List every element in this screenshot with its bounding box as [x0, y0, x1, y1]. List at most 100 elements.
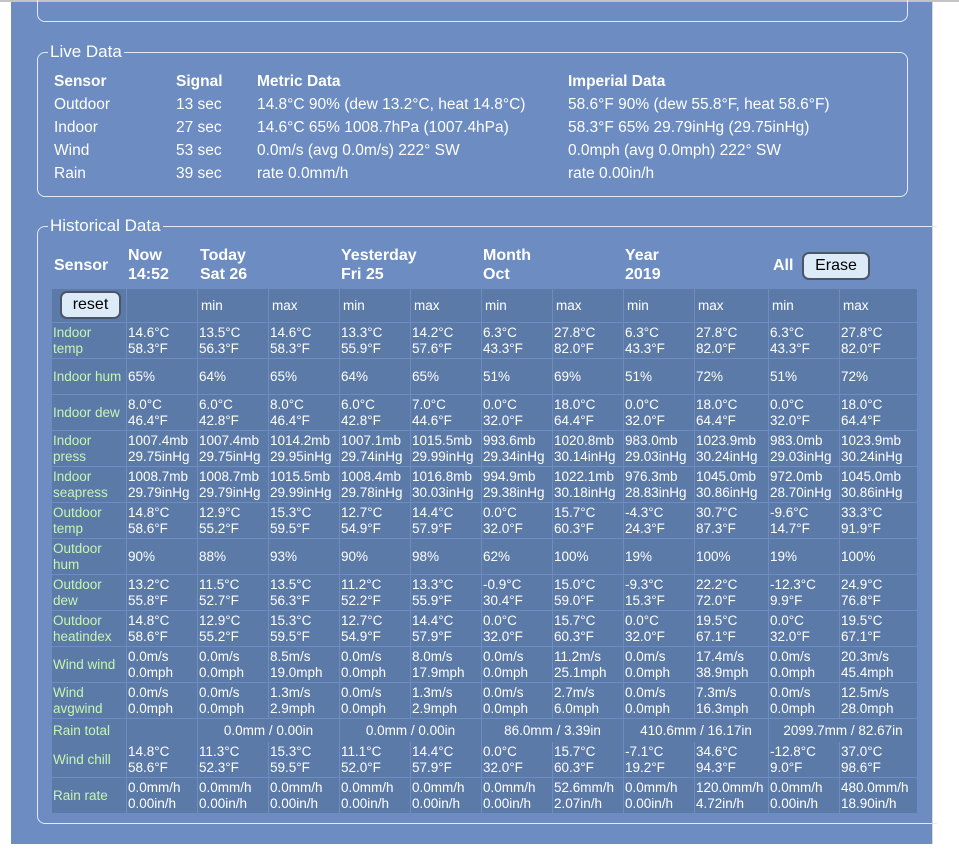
rain-total-cell: 86.0mm / 3.39in — [482, 719, 623, 742]
min-value-cell: 0.0°C 32.0°F — [624, 395, 694, 430]
min-value-cell: 11.2°C 52.2°F — [340, 575, 410, 610]
min-value-cell: 64% — [340, 359, 410, 394]
live-imperial-cell: 0.0mph (avg 0.0mph) 222° SW — [568, 142, 781, 159]
min-value-cell: 0.0°C 32.0°F — [482, 395, 552, 430]
max-value-cell: 30.7°C 87.3°F — [695, 503, 768, 538]
live-sensor-cell: Rain — [54, 165, 86, 182]
min-value-cell: 983.0mb 29.03inHg — [624, 431, 694, 466]
row-label: Outdoor temp — [52, 503, 126, 538]
now-cell: 0.0m/s 0.0mph — [127, 683, 197, 718]
min-value-cell: 0.0°C 32.0°F — [769, 395, 839, 430]
min-value-cell: 0.0°C 32.0°F — [482, 611, 552, 646]
max-header: max — [695, 289, 768, 322]
min-value-cell: 11.1°C 52.0°F — [340, 742, 410, 777]
max-value-cell: 37.0°C 98.6°F — [840, 742, 917, 777]
min-header: min — [340, 289, 410, 322]
max-value-cell: 1023.9mb 30.24inHg — [840, 431, 917, 466]
max-value-cell: 1016.8mb 30.03inHg — [411, 467, 481, 502]
min-value-cell: -9.6°C 14.7°F — [769, 503, 839, 538]
max-value-cell: 100% — [695, 539, 768, 574]
min-value-cell: 0.0°C 32.0°F — [482, 503, 552, 538]
min-value-cell: 0.0m/s 0.0mph — [198, 647, 268, 682]
min-value-cell: 13.3°C 55.9°F — [340, 323, 410, 358]
min-value-cell: 0.0m/s 0.0mph — [340, 647, 410, 682]
min-value-cell: 6.3°C 43.3°F — [769, 323, 839, 358]
reset-button[interactable]: reset — [60, 291, 121, 319]
page-right-border — [932, 2, 933, 844]
min-value-cell: -12.3°C 9.9°F — [769, 575, 839, 610]
live-sensor-cell: Wind — [54, 142, 90, 159]
live-signal-cell: 53 sec — [176, 142, 222, 159]
max-value-cell: 15.7°C 60.3°F — [553, 503, 623, 538]
period-header-line1: Yesterday — [341, 247, 417, 264]
max-value-cell: 8.0m/s 17.9mph — [411, 647, 481, 682]
min-value-cell: 12.7°C 54.9°F — [340, 503, 410, 538]
max-value-cell: 12.5m/s 28.0mph — [840, 683, 917, 718]
erase-button[interactable]: Erase — [802, 252, 870, 280]
live-signal-cell: 39 sec — [176, 165, 222, 182]
min-value-cell: 6.3°C 43.3°F — [624, 323, 694, 358]
min-value-cell: 0.0m/s 0.0mph — [624, 647, 694, 682]
min-value-cell: 0.0°C 32.0°F — [482, 742, 552, 777]
min-value-cell: 51% — [624, 359, 694, 394]
row-label: Wind avgwind — [52, 683, 126, 718]
sensor-header: Sensor — [54, 257, 109, 274]
period-header-line2: Oct — [483, 266, 510, 283]
max-value-cell: 14.2°C 57.6°F — [411, 323, 481, 358]
row-label: Indoor press — [52, 431, 126, 466]
min-value-cell: -4.3°C 24.3°F — [624, 503, 694, 538]
max-value-cell: 65% — [269, 359, 339, 394]
row-label: Outdoor hum — [52, 539, 126, 574]
max-value-cell: 65% — [411, 359, 481, 394]
max-value-cell: 1020.8mb 30.14inHg — [553, 431, 623, 466]
previous-section-frame — [37, 0, 908, 22]
max-value-cell: 27.8°C 82.0°F — [840, 323, 917, 358]
live-signal-cell: 27 sec — [176, 119, 222, 136]
min-value-cell: 0.0m/s 0.0mph — [340, 683, 410, 718]
max-value-cell: 13.3°C 55.9°F — [411, 575, 481, 610]
min-value-cell: 1008.4mb 29.78inHg — [340, 467, 410, 502]
live-sensor-cell: Indoor — [54, 119, 98, 136]
max-value-cell: 7.3m/s 16.3mph — [695, 683, 768, 718]
min-value-cell: 6.0°C 42.8°F — [340, 395, 410, 430]
now-cell: 14.8°C 58.6°F — [127, 611, 197, 646]
max-value-cell: 27.8°C 82.0°F — [695, 323, 768, 358]
max-value-cell: 72% — [695, 359, 768, 394]
max-value-cell: 0.0mm/h 0.00in/h — [411, 778, 481, 813]
period-header-line2: 14:52 — [128, 266, 169, 283]
max-value-cell: 14.4°C 57.9°F — [411, 503, 481, 538]
min-header: min — [482, 289, 552, 322]
min-value-cell: 972.0mb 28.70inHg — [769, 467, 839, 502]
min-value-cell: 0.0mm/h 0.00in/h — [769, 778, 839, 813]
min-value-cell: 0.0m/s 0.0mph — [482, 683, 552, 718]
row-label: Outdoor dew — [52, 575, 126, 610]
min-value-cell: 1008.7mb 29.79inHg — [198, 467, 268, 502]
max-value-cell: 19.5°C 67.1°F — [695, 611, 768, 646]
max-value-cell: 93% — [269, 539, 339, 574]
row-label: Indoor dew — [52, 395, 126, 430]
min-header: min — [624, 289, 694, 322]
min-value-cell: 90% — [340, 539, 410, 574]
min-value-cell: 6.3°C 43.3°F — [482, 323, 552, 358]
weather-panel: Live Data Sensor Signal Metric Data Imperia… — [11, 0, 937, 844]
max-value-cell: 1.3m/s 2.9mph — [411, 683, 481, 718]
period-header-line2: Fri 25 — [341, 266, 384, 283]
live-imperial-cell: rate 0.00in/h — [568, 165, 655, 182]
min-value-cell: 0.0°C 32.0°F — [624, 611, 694, 646]
min-value-cell: 12.7°C 54.9°F — [340, 611, 410, 646]
live-imperial-cell: 58.6°F 90% (dew 55.8°F, heat 58.6°F) — [568, 96, 830, 113]
max-value-cell: 18.0°C 64.4°F — [840, 395, 917, 430]
live-data-section: Live Data Sensor Signal Metric Data Imperia… — [37, 42, 908, 197]
min-value-cell: 0.0°C 32.0°F — [769, 611, 839, 646]
max-value-cell: 69% — [553, 359, 623, 394]
now-cell: 65% — [127, 359, 197, 394]
max-value-cell: 34.6°C 94.3°F — [695, 742, 768, 777]
min-value-cell: 0.0m/s 0.0mph — [482, 647, 552, 682]
max-value-cell: 1015.5mb 29.99inHg — [411, 431, 481, 466]
max-value-cell: 7.0°C 44.6°F — [411, 395, 481, 430]
now-cell: 0.0m/s 0.0mph — [127, 647, 197, 682]
min-value-cell: 51% — [482, 359, 552, 394]
max-value-cell: 18.0°C 64.4°F — [695, 395, 768, 430]
max-value-cell: 11.2m/s 25.1mph — [553, 647, 623, 682]
max-value-cell: 15.7°C 60.3°F — [553, 742, 623, 777]
